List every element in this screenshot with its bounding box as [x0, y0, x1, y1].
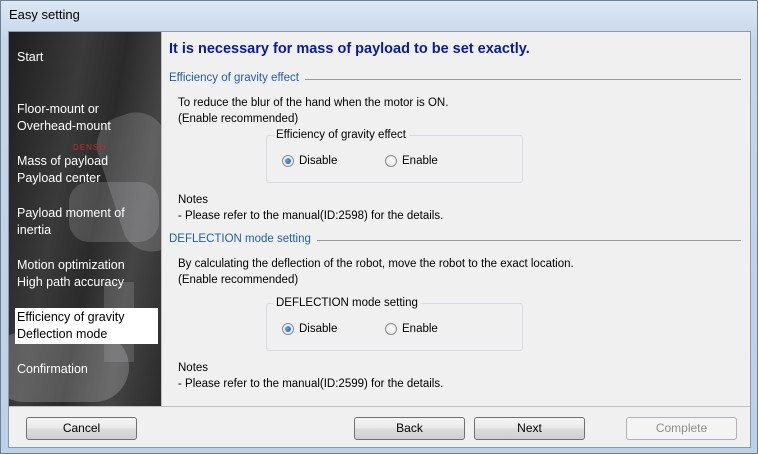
radio-label: Enable	[402, 323, 438, 335]
step-label: High path accuracy	[17, 275, 125, 289]
step-label: Payload center	[17, 171, 101, 185]
section-divider	[316, 239, 741, 241]
step-confirmation[interactable]: Confirmation	[15, 360, 158, 379]
deflection-description: By calculating the deflection of the rob…	[178, 256, 574, 288]
radio-selected-icon	[282, 323, 294, 335]
next-button[interactable]: Next	[474, 417, 585, 440]
section-divider	[304, 78, 741, 80]
dialog-button-bar: Cancel Back Next Complete	[9, 406, 750, 447]
section-title: Efficiency of gravity effect	[169, 72, 299, 84]
notes-text: - Please refer to the manual(ID:2599) fo…	[178, 378, 444, 390]
radio-label: Disable	[299, 323, 338, 335]
step-motion-optimization[interactable]: Motion optimization High path accuracy	[15, 256, 158, 292]
notes-title: Notes	[178, 362, 209, 374]
step-efficiency-of-gravity[interactable]: Efficiency of gravity Deflection mode	[15, 308, 158, 344]
window-title: Easy setting	[9, 7, 80, 22]
cancel-button[interactable]: Cancel	[26, 417, 137, 440]
step-label: Overhead-mount	[17, 119, 111, 133]
step-label: Motion optimization	[17, 258, 125, 272]
gravity-section-header: Efficiency of gravity effect	[169, 72, 741, 84]
notes-title: Notes	[178, 194, 209, 206]
description-text: By calculating the deflection of the rob…	[178, 258, 574, 270]
step-label: Payload moment of	[17, 206, 125, 220]
page-heading: It is necessary for mass of payload to b…	[169, 41, 530, 57]
deflection-section-header: DEFLECTION mode setting	[169, 233, 741, 245]
step-label: Deflection mode	[17, 327, 108, 341]
section-title: DEFLECTION mode setting	[169, 233, 311, 245]
easy-setting-window: Easy setting DENSO Start Floor-mount or …	[0, 0, 758, 454]
step-label: Start	[17, 50, 44, 64]
deflection-enable-radio[interactable]: Enable	[385, 323, 438, 335]
step-label: Confirmation	[17, 362, 88, 376]
settings-panel: It is necessary for mass of payload to b…	[161, 32, 750, 406]
deflection-disable-radio[interactable]: Disable	[282, 323, 337, 335]
back-button[interactable]: Back	[354, 417, 465, 440]
dialog-client-area: DENSO Start Floor-mount or Overhead-moun…	[8, 31, 751, 448]
step-sidebar: DENSO Start Floor-mount or Overhead-moun…	[9, 32, 161, 406]
complete-button[interactable]: Complete	[626, 417, 737, 440]
description-text: To reduce the blur of the hand when the …	[178, 97, 449, 109]
group-label: Efficiency of gravity effect	[273, 129, 409, 141]
step-floor-mount[interactable]: Floor-mount or Overhead-mount	[15, 100, 158, 136]
step-label: Efficiency of gravity	[17, 310, 125, 324]
step-start[interactable]: Start	[15, 48, 158, 67]
deflection-notes: Notes - Please refer to the manual(ID:25…	[178, 360, 443, 392]
radio-unselected-icon	[385, 155, 397, 167]
step-label: inertia	[17, 223, 52, 237]
radio-unselected-icon	[385, 323, 397, 335]
gravity-enable-radio[interactable]: Enable	[385, 155, 438, 167]
group-label: DEFLECTION mode setting	[273, 297, 421, 309]
radio-label: Enable	[402, 155, 438, 167]
step-label: Floor-mount or	[17, 102, 99, 116]
step-payload-moment[interactable]: Payload moment of inertia	[15, 204, 158, 240]
notes-text: - Please refer to the manual(ID:2598) fo…	[178, 210, 444, 222]
denso-logo: DENSO	[73, 143, 107, 152]
recommendation-text: (Enable recommended)	[178, 113, 299, 125]
radio-selected-icon	[282, 155, 294, 167]
deflection-option-group: DEFLECTION mode setting Disable Enable	[266, 297, 523, 351]
gravity-notes: Notes - Please refer to the manual(ID:25…	[178, 192, 443, 224]
step-label: Mass of payload	[17, 154, 109, 168]
recommendation-text: (Enable recommended)	[178, 274, 299, 286]
gravity-disable-radio[interactable]: Disable	[282, 155, 337, 167]
gravity-description: To reduce the blur of the hand when the …	[178, 95, 448, 127]
gravity-option-group: Efficiency of gravity effect Disable Ena…	[266, 129, 523, 183]
radio-label: Disable	[299, 155, 338, 167]
step-mass-of-payload[interactable]: Mass of payload Payload center	[15, 152, 158, 188]
